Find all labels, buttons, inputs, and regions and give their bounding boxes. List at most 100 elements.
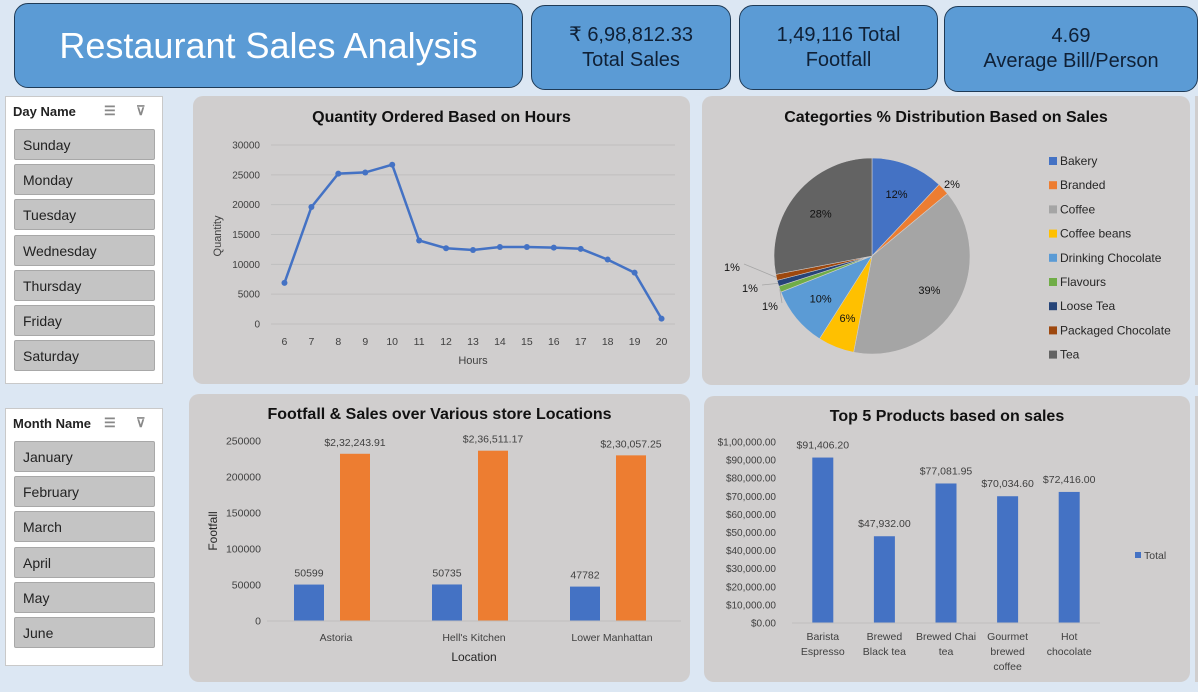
day-name-slicer: Day Name ☰ ⊽ Sunday Monday Tuesday Wedne… [5,96,163,384]
location-bar-chart: 0 50000 100000 150000 200000 250000 50599 $2,32… [206,434,681,664]
y-tick-label: $30,000.00 [726,564,776,575]
slicer-item-wednesday[interactable]: Wednesday [14,235,155,266]
x-tick-label: Brewed Chai [916,631,976,643]
x-tick-label: Black tea [863,646,906,658]
leader-line [743,263,777,278]
clear-filter-icon[interactable]: ⊽ [136,103,146,119]
slicer-item-february[interactable]: February [14,476,155,507]
y-axis-label: Footfall [206,511,220,550]
y-tick-label: $20,000.00 [726,582,776,593]
bar [616,455,646,621]
slicer-item-march[interactable]: March [14,511,155,542]
x-axis-label: Hours [458,355,488,367]
multi-select-icon[interactable]: ☰ [104,415,116,431]
y-tick-label: 100000 [226,544,261,556]
bar-data-label: 50735 [432,567,461,579]
legend-label: Drinking Chocolate [1060,251,1162,265]
slicer-item-saturday[interactable]: Saturday [14,340,155,371]
legend-swatch [1135,552,1141,558]
x-tick-label: 20 [656,336,668,348]
y-tick-label: 200000 [226,472,261,484]
y-tick-label: $1,00,000.00 [718,438,777,449]
bar-data-label: $70,034.60 [981,478,1034,490]
pie-data-label: 1% [742,283,758,295]
data-point [604,256,611,263]
kpi-total-sales-label: Total Sales [582,48,680,71]
data-point [658,315,665,322]
kpi-footfall-value: 1,49,116 Total [776,23,901,46]
data-point [389,161,396,168]
pie-data-label: 39% [918,285,940,297]
kpi-average-bill: 4.69 Average Bill/Person [944,6,1198,92]
pie-data-label: 1% [762,301,778,313]
data-point [335,170,342,177]
y-tick-label: $60,000.00 [726,510,776,521]
legend-label: Tea [1060,348,1080,362]
legend-swatch [1049,253,1057,262]
kpi-total-sales: ₹ 6,98,812.33 Total Sales [531,5,731,90]
slicer-item-thursday[interactable]: Thursday [14,270,155,301]
legend-label: Packaged Chocolate [1060,323,1171,337]
location-footfall-sales-chart-panel: Footfall & Sales over Various store Loca… [189,394,690,682]
legend-swatch [1049,302,1057,311]
x-tick-label: 15 [521,336,533,348]
data-point [631,269,638,276]
legend-swatch [1049,229,1057,238]
slicer-item-may[interactable]: May [14,582,155,613]
quantity-series-line [283,163,663,320]
top-products-chart-panel: Top 5 Products based on sales $0.00 $10,0… [704,396,1190,682]
category-distribution-chart-panel: Categorties % Distribution Based on Sale… [702,96,1190,385]
x-tick-label: coffee [993,661,1022,673]
y-tick-label: 150000 [226,508,261,520]
slicer-item-friday[interactable]: Friday [14,305,155,336]
hourly-quantity-line-chart: 0 5000 10000 15000 20000 25000 30000 6 7 8 9 10 11 12… [212,141,675,367]
legend-swatch [1049,350,1057,359]
legend-swatch [1049,157,1057,165]
data-point [362,169,369,176]
x-tick-label: Hot [1061,631,1077,643]
slicer-item-monday[interactable]: Monday [14,164,155,195]
x-tick-label: 13 [467,336,479,348]
x-tick-label: 6 [282,336,288,348]
clear-filter-icon[interactable]: ⊽ [136,415,146,431]
bar-data-label: $72,416.00 [1043,474,1096,486]
multi-select-icon[interactable]: ☰ [104,103,116,119]
legend-label: Bakery [1060,154,1097,168]
y-tick-label: 15000 [232,230,260,241]
y-tick-label: 30000 [232,141,260,152]
bar-data-label: 50599 [294,568,323,580]
hourly-quantity-chart-panel: Quantity Ordered Based on Hours 0 5000 100… [193,96,690,384]
bar-data-label: $91,406.20 [797,440,850,452]
top-products-bar-chart: $0.00 $10,000.00 $20,000.00 $30,000.00 $40,0… [718,438,1167,674]
x-tick-label: 11 [414,336,425,348]
bar [570,586,600,621]
slicer-item-june[interactable]: June [14,617,155,648]
legend-label: Coffee beans [1060,227,1131,241]
slicer-item-sunday[interactable]: Sunday [14,129,155,160]
x-tick-label: 8 [335,336,341,348]
kpi-footfall-label: Footfall [805,48,872,71]
y-tick-label: $0.00 [751,619,776,630]
slicer-item-tuesday[interactable]: Tuesday [14,199,155,230]
bar-data-label: $2,36,511.17 [463,434,524,446]
x-tick-label: 14 [494,336,506,348]
x-axis-label: Location [451,650,496,664]
day-slicer-title: Day Name [13,103,76,119]
bar [432,584,462,621]
bar-data-label: $2,32,243.91 [324,437,385,449]
y-tick-label: 5000 [238,290,261,301]
slicer-item-january[interactable]: January [14,441,155,472]
y-tick-label: 20000 [232,200,260,211]
data-point [443,245,450,252]
x-tick-label: 10 [386,336,398,348]
x-tick-label: 9 [362,336,368,348]
pie-data-label: 12% [886,189,908,201]
slicer-item-april[interactable]: April [14,547,155,578]
data-point [577,245,584,252]
bar [478,450,508,621]
pie-data-label: 28% [810,209,832,221]
pie-data-label: 10% [810,293,832,305]
x-tick-label: Astoria [320,632,353,644]
data-point [550,244,557,251]
x-tick-label: 16 [548,336,560,348]
